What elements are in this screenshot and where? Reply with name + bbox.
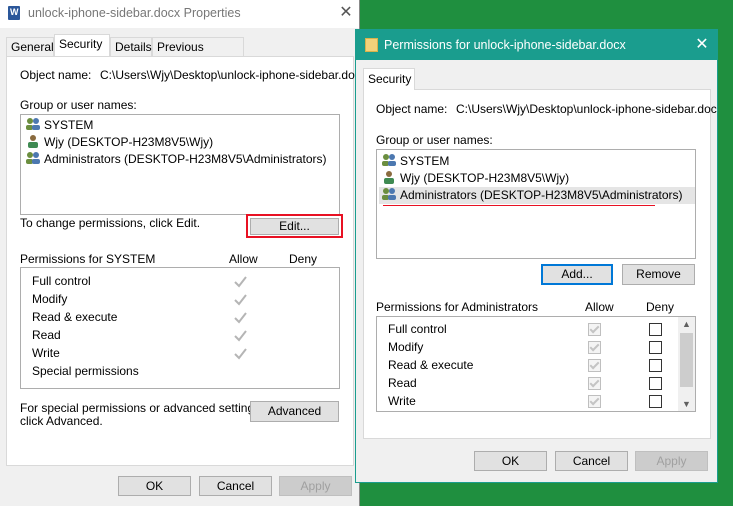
user-name: Wjy (DESKTOP-H23M8V5\Wjy): [44, 135, 214, 149]
permissions-list: Full control Modify Read & execute Read …: [20, 267, 340, 389]
permission-name: Special permissions: [32, 364, 139, 378]
list-item[interactable]: Administrators (DESKTOP-H23M8V5\Administ…: [25, 151, 327, 168]
deny-checkbox[interactable]: [649, 359, 662, 372]
change-permissions-text: To change permissions, click Edit.: [20, 216, 201, 230]
permission-name: Full control: [32, 274, 91, 288]
ok-button[interactable]: OK: [118, 476, 191, 496]
permission-name: Full control: [388, 322, 447, 336]
users-icon: [381, 187, 397, 201]
tab-security[interactable]: Security: [54, 34, 110, 56]
security-panel: Object name: C:\Users\Wjy\Desktop\unlock…: [6, 56, 361, 466]
allow-check-icon: [234, 348, 247, 360]
permissions-for-label: Permissions for SYSTEM: [20, 252, 156, 266]
list-item[interactable]: Wjy (DESKTOP-H23M8V5\Wjy): [25, 134, 213, 151]
folder-icon: [365, 38, 378, 52]
allow-checkbox[interactable]: [588, 377, 601, 390]
tab-general[interactable]: General: [6, 37, 54, 56]
remove-button[interactable]: Remove: [622, 264, 695, 285]
advanced-button[interactable]: Advanced: [250, 401, 339, 422]
users-icon: [25, 117, 41, 131]
permission-name: Read: [32, 328, 61, 342]
tab-security[interactable]: Security: [363, 68, 415, 90]
apply-button[interactable]: Apply: [635, 451, 708, 471]
allow-checkbox[interactable]: [588, 341, 601, 354]
allow-check-icon: [234, 294, 247, 306]
permission-name: Read & execute: [388, 358, 474, 372]
object-name-label: Object name:: [376, 102, 448, 116]
deny-checkbox[interactable]: [649, 395, 662, 408]
properties-tabs: General Security Details Previous Versio…: [6, 34, 354, 73]
list-item[interactable]: SYSTEM: [381, 153, 449, 170]
allow-checkbox[interactable]: [588, 359, 601, 372]
permission-name: Write: [32, 346, 60, 360]
close-icon[interactable]: ✕: [688, 34, 716, 56]
properties-title: unlock-iphone-sidebar.docx Properties: [28, 6, 241, 20]
add-button[interactable]: Add...: [541, 264, 613, 285]
permissions-window: Permissions for unlock-iphone-sidebar.do…: [355, 29, 718, 483]
group-names-label: Group or user names:: [20, 98, 137, 112]
users-list[interactable]: SYSTEM Wjy (DESKTOP-H23M8V5\Wjy) Adminis…: [20, 114, 340, 215]
scroll-thumb[interactable]: [680, 333, 693, 387]
user-name: Administrators (DESKTOP-H23M8V5\Administ…: [44, 152, 327, 166]
user-icon: [25, 134, 41, 148]
allow-header: Allow: [229, 252, 258, 266]
allow-check-icon: [234, 312, 247, 324]
deny-checkbox[interactable]: [649, 323, 662, 336]
list-item[interactable]: SYSTEM: [25, 117, 93, 134]
special-permissions-text-2: click Advanced.: [20, 414, 103, 428]
permission-name: Modify: [388, 340, 424, 354]
object-name-value: C:\Users\Wjy\Desktop\unlock-iphone-sideb…: [100, 68, 361, 82]
deny-header: Deny: [289, 252, 318, 266]
tab-details[interactable]: Details: [110, 37, 152, 56]
permissions-panel: Object name: C:\Users\Wjy\Desktop\unlock…: [363, 89, 717, 439]
list-item[interactable]: Wjy (DESKTOP-H23M8V5\Wjy): [381, 170, 569, 187]
object-name-value: C:\Users\Wjy\Desktop\unlock-iphone-sideb…: [456, 102, 717, 116]
users-icon: [25, 151, 41, 165]
ok-button[interactable]: OK: [474, 451, 547, 471]
user-name: SYSTEM: [400, 154, 450, 168]
allow-checkbox[interactable]: [588, 323, 601, 336]
scrollbar[interactable]: ▲ ▼: [678, 317, 695, 411]
user-name: Wjy (DESKTOP-H23M8V5\Wjy): [400, 171, 570, 185]
user-icon: [381, 170, 397, 184]
object-name-label: Object name:: [20, 68, 92, 82]
deny-checkbox[interactable]: [649, 341, 662, 354]
permissions-titlebar[interactable]: Permissions for unlock-iphone-sidebar.do…: [356, 30, 717, 60]
apply-button[interactable]: Apply: [279, 476, 352, 496]
tab-previous-versions[interactable]: Previous Versions: [152, 37, 244, 73]
list-item-selected[interactable]: Administrators (DESKTOP-H23M8V5\Administ…: [379, 187, 695, 204]
cancel-button[interactable]: Cancel: [199, 476, 272, 496]
allow-check-icon: [234, 276, 247, 288]
permission-name: Write: [388, 394, 416, 408]
user-name: SYSTEM: [44, 118, 94, 132]
allow-check-icon: [234, 330, 247, 342]
scroll-down-icon[interactable]: ▼: [678, 397, 695, 411]
allow-checkbox[interactable]: [588, 395, 601, 408]
permissions-list: Full control Modify Read & execute Read …: [376, 316, 696, 412]
permissions-title: Permissions for unlock-iphone-sidebar.do…: [384, 38, 626, 52]
close-icon[interactable]: ✕: [332, 2, 360, 24]
users-list[interactable]: SYSTEM Wjy (DESKTOP-H23M8V5\Wjy) Adminis…: [376, 149, 696, 259]
cancel-button[interactable]: Cancel: [555, 451, 628, 471]
permission-name: Modify: [32, 292, 68, 306]
red-underline: [383, 205, 655, 206]
special-permissions-text-1: For special permissions or advanced sett…: [20, 401, 264, 415]
user-name: Administrators (DESKTOP-H23M8V5\Administ…: [400, 188, 683, 202]
permission-name: Read: [388, 376, 417, 390]
permission-name: Read & execute: [32, 310, 118, 324]
deny-header: Deny: [646, 300, 675, 314]
allow-header: Allow: [585, 300, 614, 314]
properties-titlebar[interactable]: W unlock-iphone-sidebar.docx Properties …: [0, 0, 359, 28]
properties-window: W unlock-iphone-sidebar.docx Properties …: [0, 0, 361, 506]
users-icon: [381, 153, 397, 167]
group-names-label: Group or user names:: [376, 133, 493, 147]
permissions-for-label: Permissions for Administrators: [376, 300, 539, 314]
scroll-up-icon[interactable]: ▲: [678, 317, 695, 331]
word-document-icon: W: [8, 6, 20, 20]
deny-checkbox[interactable]: [649, 377, 662, 390]
edit-button[interactable]: Edit...: [250, 218, 339, 235]
